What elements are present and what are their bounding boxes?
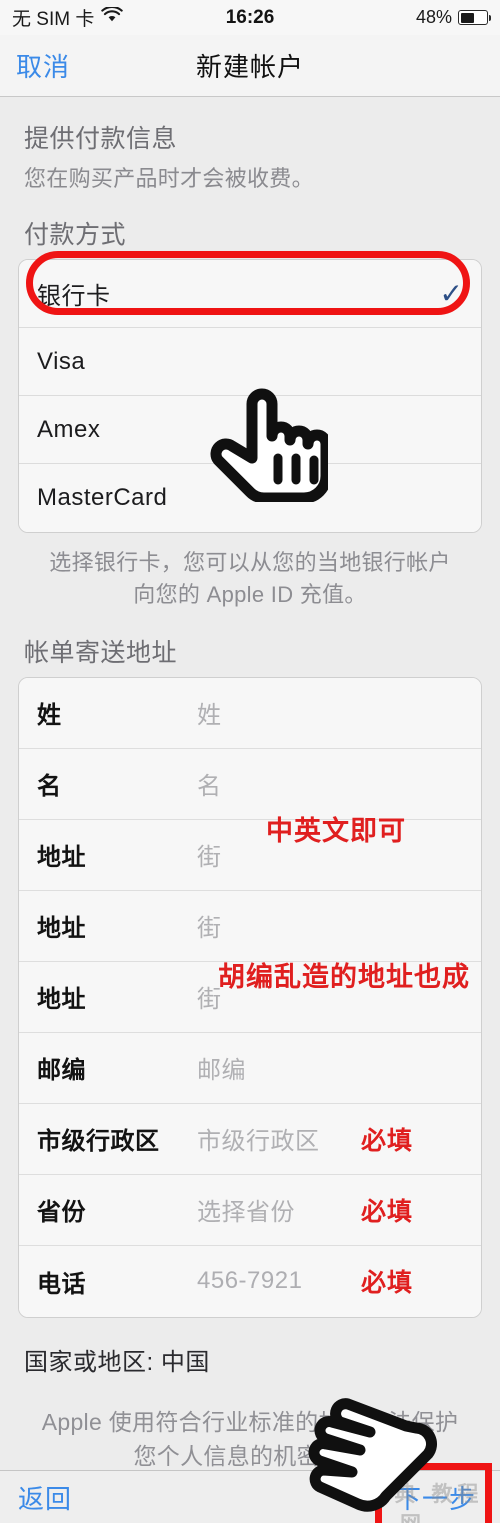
payment-option-bank-card[interactable]: 银行卡 ✓ (19, 260, 481, 328)
field-row-city[interactable]: 市级行政区 市级行政区 必填 (19, 1103, 481, 1175)
form-content[interactable]: 提供付款信息 您在购买产品时才会被收费。 付款方式 银行卡 ✓ Visa Ame… (0, 97, 500, 1470)
payment-help-line-2: 向您的 Apple ID 充值。 (133, 581, 367, 607)
field-row-first-name[interactable]: 名 名 (19, 748, 481, 820)
payment-help-text: 选择银行卡，您可以从您的当地银行帐户 向您的 Apple ID 充值。 (0, 533, 500, 611)
required-note: 必填 (361, 1126, 414, 1155)
status-bar-right: 48% (415, 7, 491, 28)
battery-icon (458, 10, 491, 25)
carrier-label: 无 SIM 卡 (12, 9, 95, 30)
wifi-icon (101, 5, 124, 29)
payment-help-line-1: 选择银行卡，您可以从您的当地银行帐户 (49, 550, 451, 575)
payment-subheading: 您在购买产品时才会被收费。 (24, 166, 314, 191)
status-bar-left: 无 SIM 卡 (12, 4, 124, 31)
page-title: 新建帐户 (195, 52, 304, 82)
payment-option-label: MasterCard (37, 484, 168, 511)
payment-option-label: 银行卡 (37, 283, 111, 310)
field-row-last-name[interactable]: 姓 姓 (19, 677, 481, 749)
field-input[interactable]: 市级行政区 (197, 1121, 361, 1156)
cancel-button[interactable]: 取消 (16, 47, 70, 84)
required-note: 必填 (361, 1197, 414, 1226)
payment-option-amex[interactable]: Amex (19, 396, 481, 464)
field-input[interactable]: 姓 (197, 695, 361, 730)
field-label: 地址 (37, 986, 86, 1014)
field-input[interactable]: 选择省份 (197, 1192, 361, 1227)
field-label: 市级行政区 (37, 1128, 160, 1156)
field-input[interactable]: 街 (197, 908, 361, 943)
back-button[interactable]: 返回 (18, 1479, 72, 1516)
field-input[interactable]: 邮编 (197, 1050, 361, 1085)
field-row-address-2[interactable]: 地址 街 (19, 890, 481, 962)
payment-option-label: Amex (37, 415, 101, 443)
payment-option-visa[interactable]: Visa (19, 328, 481, 396)
next-button-container[interactable]: 下一步 (374, 1462, 492, 1523)
billing-address-form[interactable]: 姓 姓 名 名 地址 街 地址 街 地址 街 邮编 邮编 市级行政区 市级行政区… (18, 676, 482, 1318)
field-row-postal-code[interactable]: 邮编 邮编 (19, 1032, 481, 1104)
privacy-line-2: 您个人信息的机密性。 (133, 1443, 367, 1470)
field-row-phone[interactable]: 电话 456-7921 必填 (19, 1245, 481, 1317)
field-label: 电话 (37, 1270, 86, 1298)
country-region-line: 国家或地区: 中国 (24, 1348, 210, 1376)
field-label: 名 (37, 773, 62, 801)
payment-method-label: 付款方式 (24, 221, 127, 249)
next-button[interactable]: 下一步 (389, 1482, 482, 1516)
navigation-bar: 取消 新建帐户 (0, 35, 500, 97)
battery-fill (460, 12, 474, 23)
field-input[interactable]: 456-7921 (197, 1267, 361, 1295)
battery-percent-label: 48% (415, 7, 452, 27)
field-label: 省份 (37, 1199, 86, 1227)
field-label: 邮编 (37, 1057, 86, 1085)
payment-method-list[interactable]: 银行卡 ✓ Visa Amex MasterCard (18, 259, 482, 533)
annotation-fake-address: 胡编乱造的地址也成 (218, 962, 470, 992)
field-input[interactable]: 名 (197, 766, 361, 801)
payment-heading: 提供付款信息 (24, 125, 178, 153)
iphone-screen: 无 SIM 卡 16:26 48% 取消 新建帐户 提供付款信息 您在购买产品时… (0, 0, 500, 1523)
required-note: 必填 (361, 1269, 414, 1298)
field-row-address-1[interactable]: 地址 街 (19, 819, 481, 891)
privacy-notice: Apple 使用符合行业标准的加密方法保护 您个人信息的机密性。 (0, 1377, 500, 1470)
privacy-line-1: Apple 使用符合行业标准的加密方法保护 (41, 1408, 459, 1435)
payment-option-label: Visa (37, 347, 86, 375)
checkmark-icon: ✓ (439, 277, 463, 309)
status-bar: 无 SIM 卡 16:26 48% (0, 0, 500, 35)
field-label: 地址 (37, 915, 86, 943)
billing-address-label: 帐单寄送地址 (24, 638, 178, 667)
field-label: 地址 (37, 844, 86, 872)
payment-option-mastercard[interactable]: MasterCard (19, 464, 481, 532)
field-row-province[interactable]: 省份 选择省份 必填 (19, 1174, 481, 1246)
annotation-name-language: 中英文即可 (266, 816, 406, 846)
field-label: 姓 (37, 702, 62, 730)
bottom-toolbar: 返回 下一步 (0, 1462, 500, 1523)
